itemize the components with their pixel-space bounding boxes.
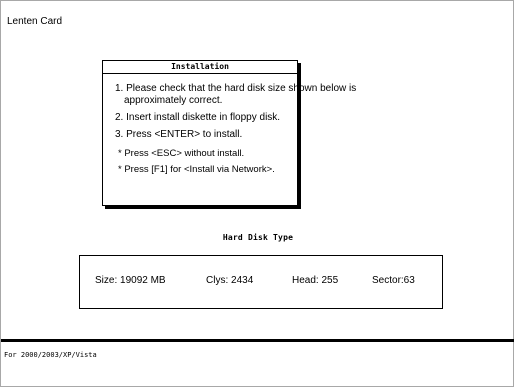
instruction-step-1-line-2: approximately correct. (124, 95, 223, 106)
installation-instructions: 1. Please check that the hard disk size … (115, 83, 357, 176)
footer-divider (1, 339, 514, 342)
disk-cylinders-label: Clys: (206, 275, 229, 286)
hard-disk-info-panel: Size: 19092 MB Clys: 2434 Head: 255 Sector:… (79, 255, 443, 309)
disk-heads-label: Head: (292, 275, 319, 286)
disk-size: Size: 19092 MB (95, 275, 166, 287)
key-hints: * Press <ESC> without install. * Press [… (115, 148, 293, 176)
installation-dialog-title: Installation (103, 61, 297, 74)
esc-key-hint: * Press <ESC> without install. (118, 148, 245, 159)
app-title: Lenten Card (7, 16, 63, 27)
disk-cylinders: Clys: 2434 (206, 275, 253, 287)
installation-dialog: Installation 1. Please check that the ha… (102, 60, 357, 206)
instruction-step-2-line-1: 2. Insert install diskette in floppy dis… (115, 112, 281, 123)
disk-cylinders-value: 2434 (231, 275, 254, 286)
disk-size-value: 19092 MB (120, 275, 166, 286)
installer-screen: Lenten Card Installation 1. Please check… (0, 0, 514, 387)
disk-heads-value: 255 (321, 275, 339, 286)
f1-key-hint: * Press [F1] for <Install via Network>. (118, 164, 275, 175)
instruction-step-1: 1. Please check that the hard disk size … (115, 83, 357, 107)
hard-disk-heading: Hard Disk Type (222, 233, 294, 242)
instruction-step-3: 3. Press <ENTER> to install. (115, 129, 293, 141)
instruction-step-1-line-1: 1. Please check that the hard disk size … (115, 83, 357, 94)
disk-heads: Head: 255 (292, 275, 338, 287)
disk-size-label: Size: (95, 275, 118, 286)
footer-os-support: For 2000/2003/XP/Vista (4, 351, 97, 359)
disk-sectors: Sector:63 (372, 275, 415, 286)
instruction-step-2: 2. Insert install diskette in floppy dis… (115, 112, 293, 124)
instruction-step-3-line-1: 3. Press <ENTER> to install. (115, 129, 243, 140)
